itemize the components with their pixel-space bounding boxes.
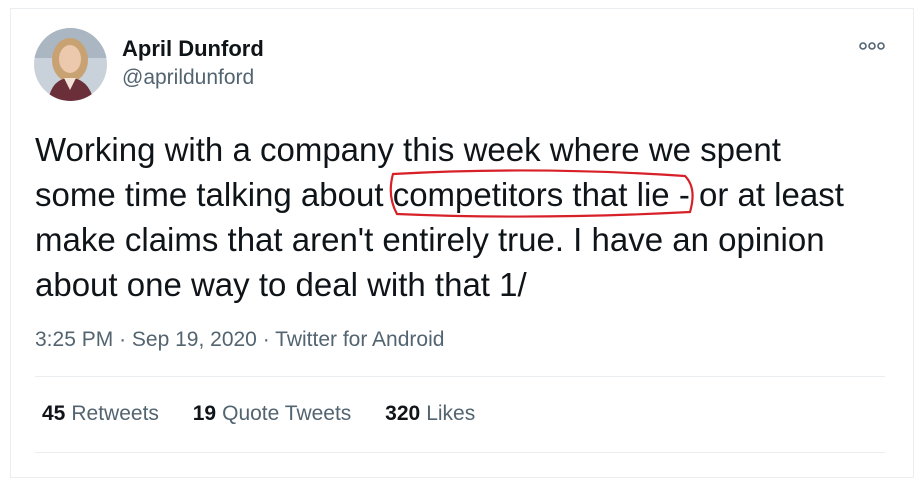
highlighted-text: competitors that lie xyxy=(392,176,670,213)
highlighted-phrase: competitors that lie xyxy=(389,169,694,218)
tweet-source[interactable]: Twitter for Android xyxy=(275,328,444,351)
divider xyxy=(35,376,885,377)
meta-separator: · xyxy=(262,328,270,351)
likes-label: Likes xyxy=(426,402,476,425)
likes-count: 320 xyxy=(385,402,421,425)
quote-tweets-count: 19 xyxy=(192,402,217,425)
tweet-meta: 3:25 PM · Sep 19, 2020 · Twitter for And… xyxy=(35,328,444,352)
retweets-label: Retweets xyxy=(71,402,159,425)
tweet-text: Working with a company this week where w… xyxy=(35,127,865,307)
tweet-time[interactable]: 3:25 PM xyxy=(35,328,113,351)
quote-tweets-stat[interactable]: 19 Quote Tweets xyxy=(193,402,352,426)
quote-tweets-label: Quote Tweets xyxy=(222,402,352,425)
retweets-stat[interactable]: 45 Retweets xyxy=(42,402,159,426)
tweet-stats: 45 Retweets 19 Quote Tweets 320 Likes xyxy=(42,402,503,426)
author-handle[interactable]: @aprildunford xyxy=(122,66,254,90)
more-options-icon[interactable] xyxy=(856,34,888,58)
likes-stat[interactable]: 320 Likes xyxy=(385,402,475,426)
tweet-date[interactable]: Sep 19, 2020 xyxy=(132,328,257,351)
divider xyxy=(35,452,885,453)
author-name[interactable]: April Dunford xyxy=(122,36,264,62)
meta-separator: · xyxy=(119,328,127,351)
avatar[interactable] xyxy=(34,28,107,101)
retweets-count: 45 xyxy=(42,402,66,425)
